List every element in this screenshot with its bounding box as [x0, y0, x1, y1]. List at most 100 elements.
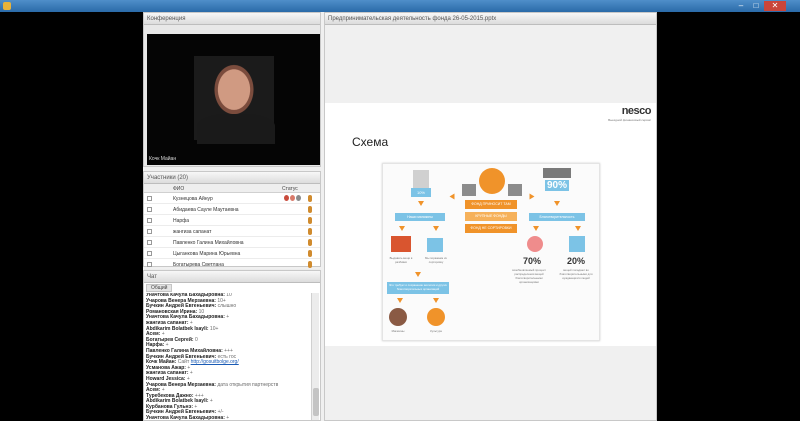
microphone-icon: [308, 206, 312, 213]
participant-row[interactable]: Кузнецова Айнур: [144, 193, 320, 204]
column-status[interactable]: Статус: [282, 186, 298, 192]
minimize-button[interactable]: –: [734, 1, 748, 11]
status-icons: [284, 195, 301, 201]
participant-checkbox[interactable]: [147, 240, 152, 245]
box-icon: [462, 184, 476, 196]
participant-row[interactable]: Цыганкова Марина Юрьевна: [144, 248, 320, 259]
shop-icon: [391, 236, 411, 252]
microphone-icon: [308, 195, 312, 202]
right-top-percent: 90%: [545, 180, 570, 191]
center-label-1: ФОНД ПРИНОСИТ ТАМ: [465, 200, 517, 209]
chat-panel: Чат Общий Уначтова Качула Бахадыровна: 1…: [143, 270, 321, 421]
conference-app: Конференция Кочк Майан Участники (20) ФИ…: [143, 12, 657, 421]
nesco-logo-subtitle: Выездной финансовый сервис: [608, 118, 651, 122]
conference-panel: Конференция Кочк Майан: [143, 12, 321, 167]
chat-message: Уначтова Качула Бахадыровна: +: [146, 415, 310, 420]
chat-scrollbar[interactable]: [311, 293, 319, 420]
participant-name: Павленко Галина Михайловна: [173, 240, 244, 246]
chat-header: Чат: [144, 271, 320, 283]
arrow-down-icon: [433, 298, 439, 303]
participant-checkbox[interactable]: [147, 229, 152, 234]
chat-link[interactable]: http://gosuitbolge.org/: [191, 359, 239, 365]
infographic: 10% Наши магазины ФОНД ПРИНОСИТ ТАМ КРУП…: [382, 163, 600, 341]
participant-checkbox[interactable]: [147, 251, 152, 256]
participant-name: жангиза сапанат: [173, 229, 212, 235]
participant-row[interactable]: Абидаева Сауле Маутаевна: [144, 204, 320, 215]
participant-row[interactable]: Нарфа: [144, 215, 320, 226]
microphone-icon: [308, 228, 312, 235]
participant-row[interactable]: Павленко Галина Михайловна: [144, 237, 320, 248]
participant-name: Цыганкова Марина Юрьевна: [173, 251, 241, 257]
participants-table: ФИО Статус Кузнецова Айнур Абидаева Саул: [144, 184, 320, 270]
chat-text: +: [226, 314, 230, 321]
arrow-down-icon: [397, 298, 403, 303]
chat-text: +: [189, 370, 193, 377]
caption-20: вещей попадают во благотворительными для…: [559, 268, 593, 280]
slide-title: Схема: [352, 135, 389, 149]
microphone-icon: [308, 250, 312, 257]
maximize-button[interactable]: □: [749, 1, 763, 11]
close-button[interactable]: ✕: [764, 1, 786, 11]
participant-name: Кузнецова Айнур: [173, 196, 213, 202]
microphone-icon: [308, 239, 312, 246]
participant-name: Абидаева Сауле Маутаевна: [173, 207, 239, 213]
caption-70: возобновляемый процент распределения вещ…: [512, 268, 546, 284]
percent-20: 20%: [567, 256, 586, 266]
chat-tab-general[interactable]: Общий: [146, 284, 173, 292]
arrow-down-icon: [433, 226, 439, 231]
chat-text: слышно: [217, 303, 237, 310]
arrow-left-icon: [449, 193, 455, 200]
box-character-icon: [479, 168, 505, 194]
video-feed[interactable]: Кочк Майан: [147, 34, 320, 165]
chat-scroll-thumb[interactable]: [313, 388, 319, 416]
shirt-icon: [569, 236, 585, 252]
presentation-panel: Предпринимательская деятельность фонда 2…: [324, 12, 657, 421]
app-icon: [3, 2, 11, 10]
participants-panel: Участники (20) ФИО Статус Кузнецова Айну…: [143, 171, 321, 270]
chat-text: дата открытия партнерств: [217, 381, 279, 388]
participants-table-head: ФИО Статус: [144, 184, 320, 193]
participant-name: Богатырева Светлана: [173, 262, 224, 268]
left-caption-2: Мы поражаем их сортировку: [425, 256, 447, 264]
left-column: Конференция Кочк Майан Участники (20) ФИ…: [143, 12, 321, 421]
participant-checkbox[interactable]: [147, 207, 152, 212]
arrow-down-icon: [399, 226, 405, 231]
arrow-down-icon: [418, 201, 424, 206]
middle-blue-box: Это требует и сохранение экологии и друг…: [387, 282, 449, 294]
chat-text: 10: [226, 293, 232, 298]
truck-icon: [427, 238, 443, 252]
shirt-icon: [413, 170, 429, 190]
cat-icon: [543, 168, 571, 178]
window-titlebar: – □ ✕: [0, 0, 800, 12]
participant-checkbox[interactable]: [147, 218, 152, 223]
speaker-shirt: [197, 114, 275, 144]
nesco-logo: nesco: [621, 105, 652, 117]
participant-row[interactable]: Богатырева Светлана: [144, 259, 320, 270]
left-box: Наши магазины: [395, 213, 445, 221]
chat-text: 10+: [209, 325, 219, 332]
left-caption-1: Выдавать вещи в разбивки: [389, 256, 413, 264]
right-box: Благотворительность: [529, 213, 585, 221]
conference-header: Конференция: [144, 13, 320, 25]
participant-checkbox[interactable]: [147, 262, 152, 267]
chat-text: +: [209, 398, 213, 405]
slide-viewport: nesco Выездной финансовый сервис Схема 1…: [325, 25, 656, 420]
person-icon: [389, 308, 407, 326]
bottom-caption-1: Магазины: [391, 329, 405, 333]
center-label-2: КРУПНЫЕ ФОНДЫ: [465, 212, 517, 221]
presentation-header: Предпринимательская деятельность фонда 2…: [325, 13, 656, 25]
arrow-down-icon: [533, 226, 539, 231]
participant-row[interactable]: жангиза сапанат: [144, 226, 320, 237]
user-icon: [296, 195, 301, 201]
percent-70: 70%: [523, 256, 542, 266]
participants-header: Участники (20): [144, 172, 320, 184]
participant-checkbox[interactable]: [147, 196, 152, 201]
left-top-percent: 10%: [411, 188, 431, 197]
chat-text: +: [226, 415, 230, 420]
column-fio[interactable]: ФИО: [173, 186, 184, 192]
arrow-down-icon: [575, 226, 581, 231]
center-label-3: ФОНД НЕ СОРТИРОВКИ: [465, 224, 517, 233]
microphone-icon: [308, 261, 312, 268]
chat-messages[interactable]: Уначтова Качула Бахадыровна: 10 Учарова В…: [146, 293, 310, 420]
arrow-down-icon: [415, 272, 421, 277]
